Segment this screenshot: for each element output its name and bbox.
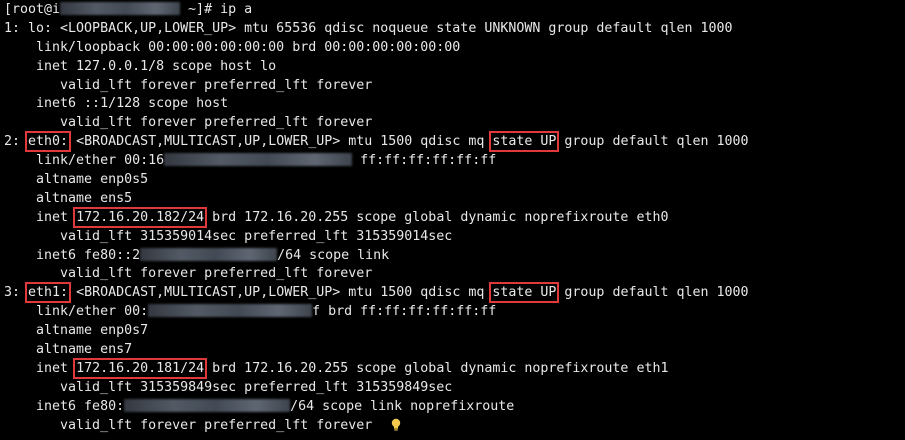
output-line: inet6 fe80::2/64 scope link <box>0 247 905 266</box>
mac-brd: ff:ff:ff:ff:ff:ff <box>352 153 497 169</box>
output-line: altname ens7 <box>4 342 133 358</box>
interface-group: group default qlen 1000 <box>556 134 749 150</box>
prompt-command: ~]# ip a <box>180 2 253 17</box>
output-line: valid_lft forever preferred_lft forever <box>4 266 373 282</box>
output-line: altname enp0s7 <box>4 323 149 339</box>
interface-group: group default qlen 1000 <box>556 285 749 301</box>
inet-details: brd 172.16.20.255 scope global dynamic n… <box>204 209 669 225</box>
redacted-mac <box>164 153 353 167</box>
interface-state-eth1: state UP <box>489 282 560 304</box>
inet-label: inet <box>4 360 77 376</box>
inet-label: inet <box>4 209 77 225</box>
interface-state-eth0: state UP <box>489 131 560 153</box>
output-line: altname enp0s5 <box>4 172 149 188</box>
mac-prefix: link/ether 00: <box>4 304 149 320</box>
interface-index: 3: <box>4 285 29 301</box>
interface-name-eth0: eth0: <box>25 131 72 153</box>
output-line: link/ether 00:16 ff:ff:ff:ff:ff:ff <box>0 152 905 171</box>
ip-address-eth1: 172.16.20.181/24 <box>73 357 208 379</box>
lightbulb-icon[interactable] <box>390 418 402 432</box>
output-line: link/loopback 00:00:00:00:00:00 brd 00:0… <box>4 39 461 55</box>
inet-eth0-line: inet 172.16.20.182/24 brd 172.16.20.255 … <box>0 206 905 228</box>
output-line: valid_lft 315359014sec preferred_lft 315… <box>4 228 453 244</box>
inet-details: brd 172.16.20.255 scope global dynamic n… <box>204 360 669 376</box>
output-line: inet6 fe80: /64 scope link noprefixroute <box>0 398 905 417</box>
output-line: link/ether 00: f brd ff:ff:ff:ff:ff:ff <box>0 303 905 322</box>
inet6-suffix: /64 scope link noprefixroute <box>290 398 515 414</box>
redacted-hostname <box>60 2 181 15</box>
ip-address-eth0: 172.16.20.182/24 <box>73 206 208 228</box>
inet6-prefix: inet6 fe80::2 <box>4 247 141 263</box>
prompt-text: [root@i <box>4 2 61 17</box>
mac-brd: f brd ff:ff:ff:ff:ff:ff <box>312 304 497 320</box>
output-line: inet6 ::1/128 scope host <box>4 96 229 112</box>
redacted-inet6 <box>124 398 291 412</box>
output-line: 1: lo: <LOOPBACK,UP,LOWER_UP> mtu 65536 … <box>4 20 733 36</box>
mac-prefix: link/ether 00:16 <box>4 153 165 169</box>
terminal-prompt-line: [root@i ~]# ip a <box>0 1 905 20</box>
inet6-prefix: inet6 fe80: <box>4 398 125 414</box>
inet6-suffix: /64 scope link <box>277 247 390 263</box>
interface-flags: <BROADCAST,MULTICAST,UP,LOWER_UP> mtu 15… <box>68 285 493 301</box>
output-line: inet 127.0.0.1/8 scope host lo <box>4 58 277 74</box>
interface-eth1-line: 3: eth1: <BROADCAST,MULTICAST,UP,LOWER_U… <box>0 282 905 304</box>
interface-eth0-line: 2: eth0: <BROADCAST,MULTICAST,UP,LOWER_U… <box>0 131 905 153</box>
terminal-window[interactable]: [root@i ~]# ip a 1: lo: <LOOPBACK,UP,LOW… <box>0 0 905 440</box>
output-line: valid_lft forever preferred_lft forever <box>4 77 373 93</box>
output-line: valid_lft forever preferred_lft forever <box>0 417 905 436</box>
interface-index: 2: <box>4 134 29 150</box>
output-line: valid_lft forever preferred_lft forever <box>4 115 373 131</box>
inet-eth1-line: inet 172.16.20.181/24 brd 172.16.20.255 … <box>0 357 905 379</box>
output-line: valid_lft 315359849sec preferred_lft 315… <box>4 379 453 395</box>
interface-name-eth1: eth1: <box>25 282 72 304</box>
redacted-inet6 <box>140 247 278 261</box>
redacted-mac <box>148 304 313 318</box>
interface-flags: <BROADCAST,MULTICAST,UP,LOWER_UP> mtu 15… <box>68 134 493 150</box>
output-line: altname ens5 <box>4 190 133 206</box>
valid-lft-text: valid_lft forever preferred_lft forever <box>4 417 373 433</box>
